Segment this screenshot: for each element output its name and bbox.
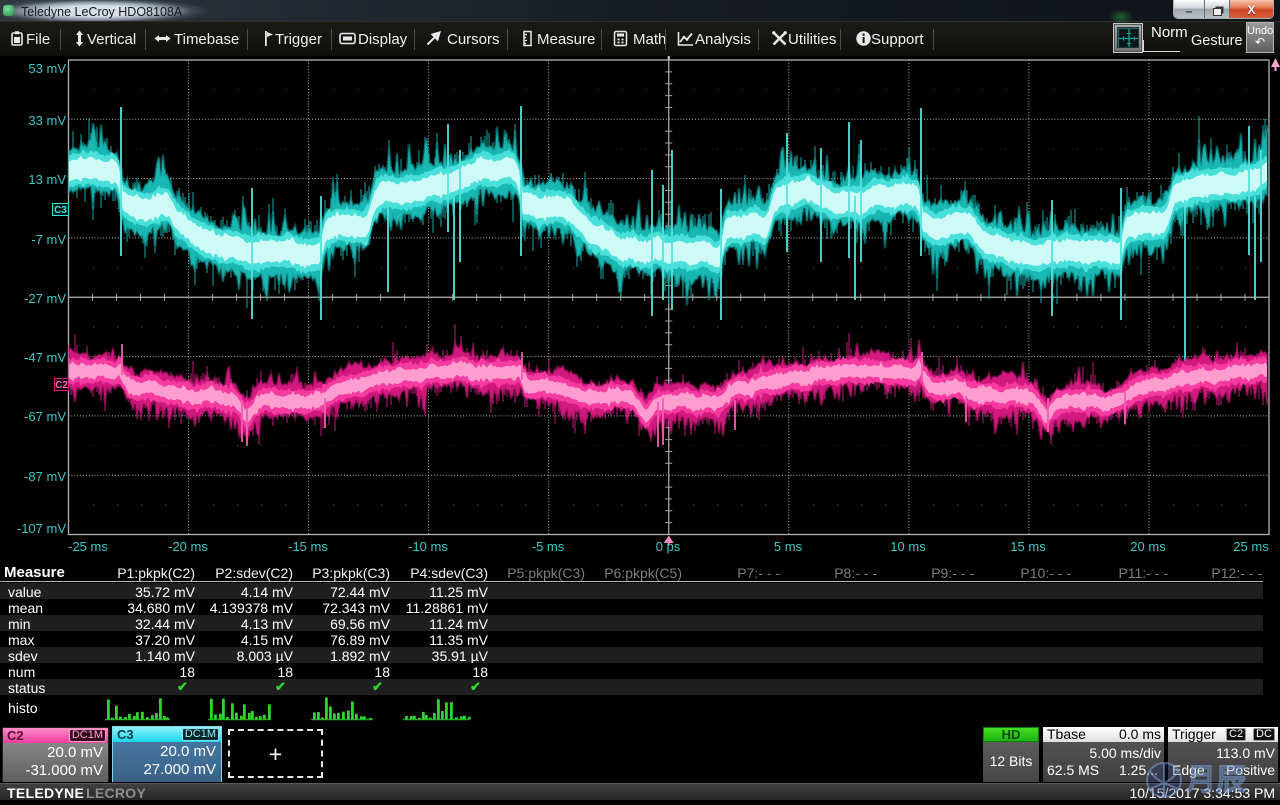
svg-text:月辰: 月辰 xyxy=(1186,764,1246,797)
